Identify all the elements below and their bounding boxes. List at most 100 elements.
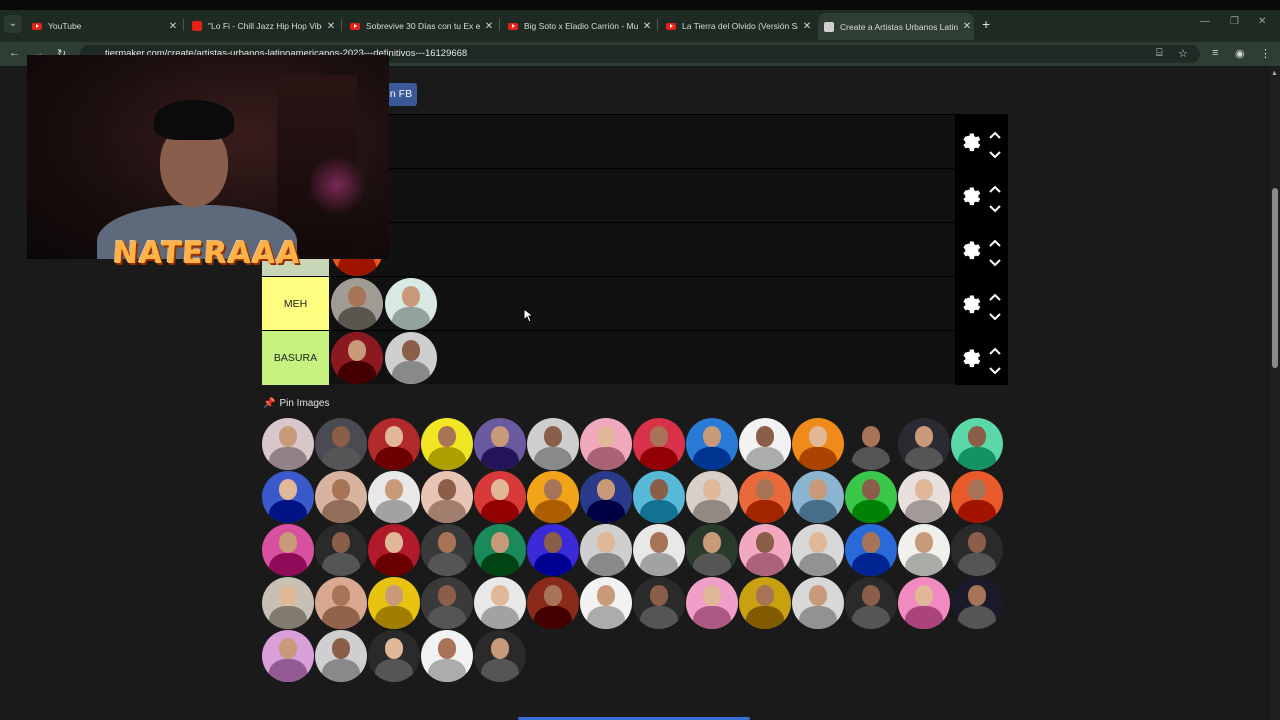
share-facebook-button[interactable]: n FB	[385, 83, 417, 106]
artist-avatar[interactable]	[262, 630, 314, 682]
artist-avatar[interactable]	[845, 577, 897, 629]
artist-avatar[interactable]	[686, 418, 738, 470]
menu-kebab-icon[interactable]: ⋮	[1260, 47, 1271, 60]
move-up-icon[interactable]	[988, 181, 1002, 193]
artist-avatar[interactable]	[633, 418, 685, 470]
artist-avatar[interactable]	[739, 524, 791, 576]
artist-avatar[interactable]	[686, 524, 738, 576]
artist-avatar[interactable]	[421, 524, 473, 576]
artist-avatar[interactable]	[898, 524, 950, 576]
gear-icon[interactable]	[959, 292, 981, 314]
artist-avatar[interactable]	[739, 418, 791, 470]
artist-avatar[interactable]	[474, 471, 526, 523]
close-icon[interactable]: ✕	[166, 21, 180, 32]
gear-icon[interactable]	[959, 346, 981, 368]
artist-avatar[interactable]	[474, 524, 526, 576]
artist-avatar[interactable]	[474, 577, 526, 629]
artist-avatar[interactable]	[331, 278, 383, 330]
artist-avatar[interactable]	[421, 630, 473, 682]
artist-avatar[interactable]	[315, 630, 367, 682]
artist-avatar[interactable]	[385, 332, 437, 384]
maximize-icon[interactable]: ❐	[1230, 16, 1239, 27]
translate-icon[interactable]: ⌸	[1156, 47, 1163, 60]
artist-avatar[interactable]	[951, 577, 1003, 629]
artist-avatar[interactable]	[792, 418, 844, 470]
move-down-icon[interactable]	[988, 147, 1002, 159]
artist-avatar[interactable]	[898, 418, 950, 470]
artist-avatar[interactable]	[315, 471, 367, 523]
tier-label[interactable]: BASURA	[262, 331, 329, 385]
artist-avatar[interactable]	[580, 524, 632, 576]
artist-avatar[interactable]	[739, 577, 791, 629]
scroll-up-icon[interactable]: ▲	[1271, 70, 1278, 77]
artist-avatar[interactable]	[527, 577, 579, 629]
artist-avatar[interactable]	[315, 524, 367, 576]
close-icon[interactable]: ✕	[482, 21, 496, 32]
move-down-icon[interactable]	[988, 201, 1002, 213]
artist-avatar[interactable]	[898, 577, 950, 629]
artist-avatar[interactable]	[368, 630, 420, 682]
move-down-icon[interactable]	[988, 363, 1002, 375]
artist-avatar[interactable]	[580, 577, 632, 629]
tab-big-soto[interactable]: Big Soto x Eladio Carrión - Mula ✕	[502, 15, 654, 37]
artist-avatar[interactable]	[262, 471, 314, 523]
tier-label[interactable]: MEH	[262, 277, 329, 331]
artist-avatar[interactable]	[845, 524, 897, 576]
tab-search-icon[interactable]: ⌄	[4, 15, 22, 33]
artist-avatar[interactable]	[331, 332, 383, 384]
artist-avatar[interactable]	[845, 471, 897, 523]
scrollbar-track[interactable]	[1270, 66, 1280, 720]
tab-youtube[interactable]: YouTube ✕	[26, 15, 180, 37]
artist-avatar[interactable]	[368, 418, 420, 470]
tab-lofi[interactable]: "Lo Fi - Chill Jazz Hip Hop Vibes ✕	[186, 15, 338, 37]
artist-avatar[interactable]	[951, 471, 1003, 523]
window-close-icon[interactable]: ✕	[1258, 16, 1266, 27]
move-down-icon[interactable]	[988, 309, 1002, 321]
tab-tierra-olvido[interactable]: La Tierra del Olvido (Versión Sa ✕	[660, 15, 814, 37]
artist-avatar[interactable]	[633, 471, 685, 523]
move-up-icon[interactable]	[988, 343, 1002, 355]
close-icon[interactable]: ✕	[960, 21, 974, 32]
artist-avatar[interactable]	[474, 418, 526, 470]
gear-icon[interactable]	[959, 184, 981, 206]
pin-images-toggle[interactable]: 📌 Pin Images	[263, 398, 329, 409]
close-icon[interactable]: ✕	[800, 21, 814, 32]
artist-avatar[interactable]	[580, 471, 632, 523]
artist-avatar[interactable]	[368, 471, 420, 523]
artist-avatar[interactable]	[527, 524, 579, 576]
artist-avatar[interactable]	[527, 418, 579, 470]
media-control-icon[interactable]: ≡	[1212, 47, 1218, 59]
scrollbar-thumb[interactable]	[1272, 188, 1278, 368]
artist-avatar[interactable]	[739, 471, 791, 523]
artist-avatar[interactable]	[474, 630, 526, 682]
artist-avatar[interactable]	[368, 524, 420, 576]
minimize-icon[interactable]: —	[1200, 16, 1210, 27]
artist-avatar[interactable]	[421, 471, 473, 523]
profile-icon[interactable]: ◉	[1235, 47, 1245, 60]
artist-avatar[interactable]	[951, 418, 1003, 470]
artist-avatar[interactable]	[580, 418, 632, 470]
artist-avatar[interactable]	[421, 418, 473, 470]
artist-avatar[interactable]	[262, 418, 314, 470]
tier-items[interactable]	[330, 277, 438, 331]
close-icon[interactable]: ✕	[324, 21, 338, 32]
artist-avatar[interactable]	[527, 471, 579, 523]
new-tab-icon[interactable]: +	[982, 16, 990, 32]
artist-avatar[interactable]	[315, 418, 367, 470]
artist-avatar[interactable]	[633, 524, 685, 576]
artist-avatar[interactable]	[951, 524, 1003, 576]
artist-avatar[interactable]	[262, 524, 314, 576]
artist-avatar[interactable]	[898, 471, 950, 523]
back-icon[interactable]: ←	[9, 47, 20, 59]
move-up-icon[interactable]	[988, 289, 1002, 301]
move-up-icon[interactable]	[988, 235, 1002, 247]
artist-avatar[interactable]	[792, 471, 844, 523]
artist-avatar[interactable]	[792, 524, 844, 576]
artist-avatar[interactable]	[686, 577, 738, 629]
artist-avatar[interactable]	[686, 471, 738, 523]
gear-icon[interactable]	[959, 238, 981, 260]
bookmark-star-icon[interactable]: ☆	[1178, 47, 1188, 60]
artist-avatar[interactable]	[421, 577, 473, 629]
tier-items[interactable]	[330, 331, 438, 385]
artist-avatar[interactable]	[368, 577, 420, 629]
